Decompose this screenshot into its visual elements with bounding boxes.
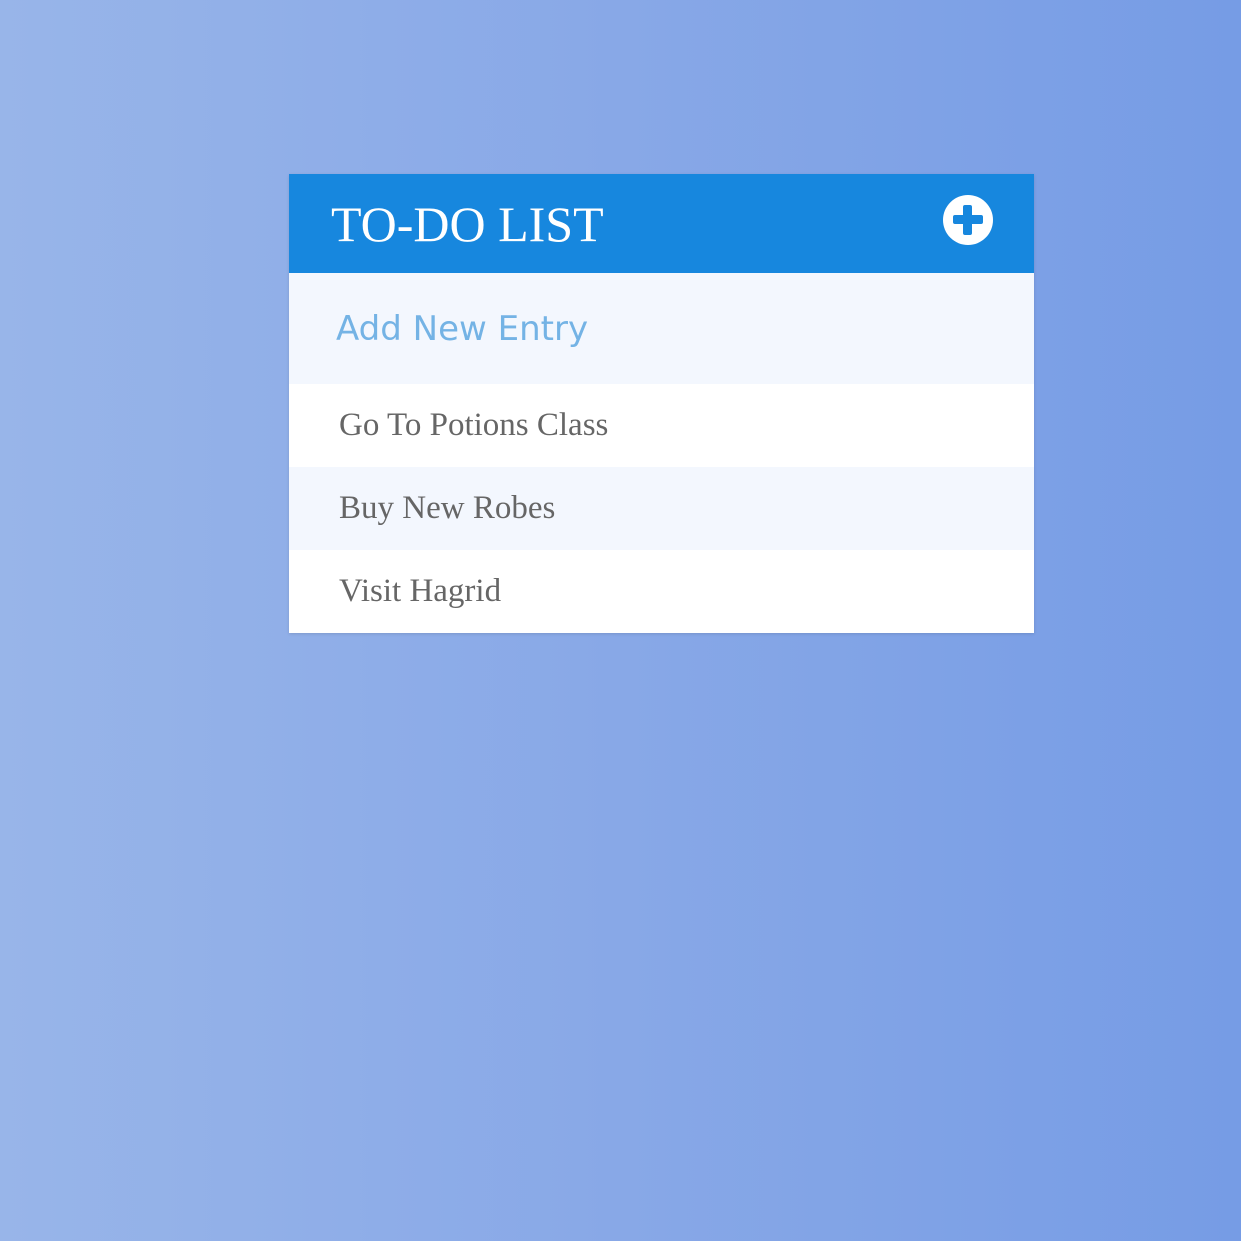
add-entry-toggle-button[interactable] <box>943 195 993 245</box>
todo-item-label: Buy New Robes <box>339 490 556 526</box>
todo-item[interactable]: Buy New Robes <box>289 467 1034 550</box>
new-entry-input[interactable] <box>336 301 976 357</box>
new-entry-row <box>289 273 1034 384</box>
todo-item-label: Go To Potions Class <box>339 407 609 443</box>
todo-header: TO-DO LIST <box>289 174 1034 273</box>
page-title: TO-DO LIST <box>331 196 604 252</box>
todo-list: Go To Potions Class Buy New Robes Visit … <box>289 384 1034 633</box>
todo-item-label: Visit Hagrid <box>339 573 502 609</box>
plus-icon-vertical-bar <box>963 205 972 235</box>
todo-card: TO-DO LIST Go To Potions Class Buy New R… <box>289 174 1034 633</box>
todo-item[interactable]: Go To Potions Class <box>289 384 1034 467</box>
todo-item[interactable]: Visit Hagrid <box>289 550 1034 633</box>
